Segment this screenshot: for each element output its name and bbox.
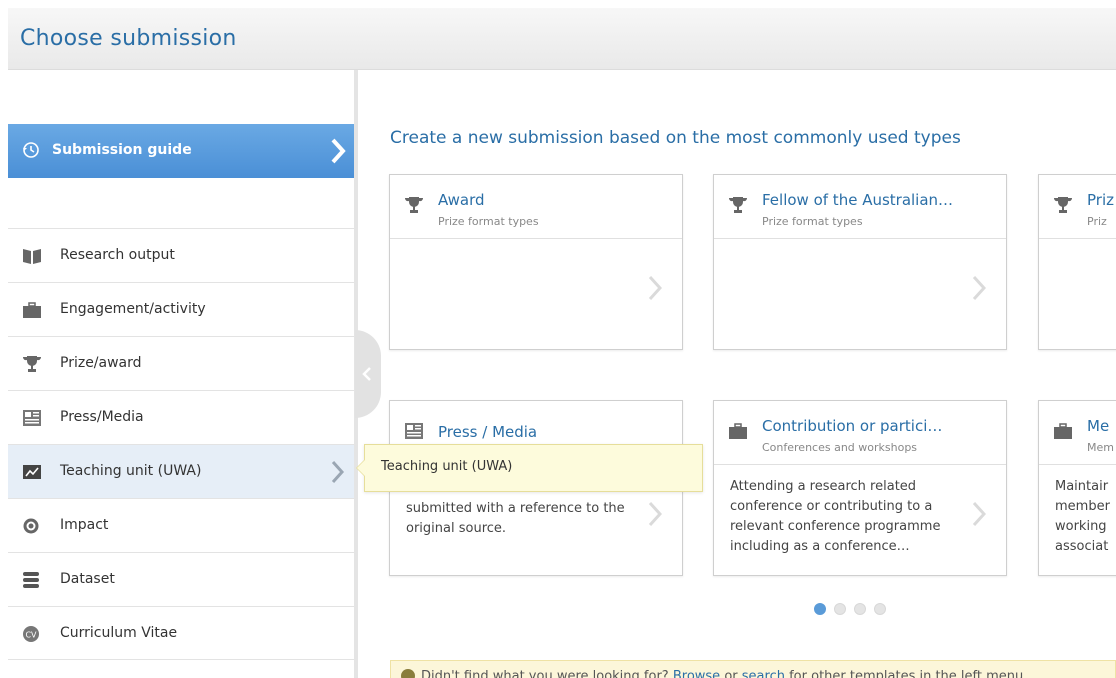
- database-icon: [22, 571, 42, 589]
- chevron-right-icon: [330, 137, 346, 169]
- sidebar-item-impact[interactable]: Impact: [8, 498, 354, 552]
- svg-text:CV: CV: [25, 631, 37, 640]
- pagination-dot-1[interactable]: [814, 603, 826, 615]
- sidebar-item-label: Teaching unit (UWA): [60, 463, 202, 479]
- card-description: Maintair member working associat: [1055, 479, 1110, 554]
- trophy-icon: [1053, 195, 1073, 219]
- card-header: Fellow of the Australian… Prize format t…: [714, 175, 1006, 239]
- sidebar-item-label: Impact: [60, 517, 109, 533]
- sidebar-item-dataset[interactable]: Dataset: [8, 552, 354, 606]
- sidebar-item-label: Dataset: [60, 571, 115, 587]
- browse-link[interactable]: Browse: [673, 669, 720, 678]
- card-header: Contribution or partici… Conferences and…: [714, 401, 1006, 465]
- sidebar-item-teaching-unit[interactable]: Teaching unit (UWA): [8, 444, 354, 498]
- card-header: Award Prize format types: [390, 175, 682, 239]
- template-card-prize[interactable]: Priz Priz: [1038, 174, 1116, 350]
- sidebar-item-label: Curriculum Vitae: [60, 625, 178, 641]
- carousel-pagination: [814, 600, 894, 619]
- card-title: Priz: [1087, 191, 1114, 209]
- page-header: Choose submission: [8, 8, 1116, 70]
- card-subtitle: Prize format types: [438, 215, 539, 228]
- sidebar-item-label: Engagement/activity: [60, 301, 206, 317]
- chevron-right-icon: [972, 275, 987, 305]
- search-link[interactable]: search: [742, 669, 785, 678]
- card-subtitle: Prize format types: [762, 215, 863, 228]
- notice-text: or: [724, 669, 738, 678]
- card-title: Me: [1087, 417, 1110, 435]
- template-card-award[interactable]: Award Prize format types: [389, 174, 683, 350]
- sidebar-item-engagement-activity[interactable]: Engagement/activity: [8, 282, 354, 336]
- template-card-fellow[interactable]: Fellow of the Australian… Prize format t…: [713, 174, 1007, 350]
- newspaper-icon: [404, 421, 424, 445]
- book-icon: [22, 247, 42, 265]
- notice-text: Didn't find what you were looking for?: [421, 669, 669, 678]
- card-description: submitted with a reference to the origin…: [406, 501, 625, 536]
- template-card-contribution[interactable]: Contribution or partici… Conferences and…: [713, 400, 1007, 576]
- sidebar-item-prize-award[interactable]: Prize/award: [8, 336, 354, 390]
- sidebar-item-label: Research output: [60, 247, 175, 263]
- briefcase-icon: [728, 421, 748, 445]
- main-title: Create a new submission based on the mos…: [390, 128, 961, 148]
- info-icon: [401, 669, 415, 678]
- sidebar-item-research-output[interactable]: Research output: [8, 228, 354, 282]
- card-title: Contribution or partici…: [762, 417, 943, 435]
- sidebar-item-curriculum-vitae[interactable]: CV Curriculum Vitae: [8, 606, 354, 660]
- card-subtitle: Conferences and workshops: [762, 441, 918, 454]
- tooltip: Teaching unit (UWA): [356, 444, 703, 492]
- sidebar-item-label: Press/Media: [60, 409, 144, 425]
- template-card-membership[interactable]: Me Mem Maintair member working associat: [1038, 400, 1116, 576]
- sidebar-item-label: Prize/award: [60, 355, 142, 371]
- pagination-dot-4[interactable]: [874, 603, 886, 615]
- cv-icon: CV: [22, 625, 42, 643]
- card-title: Press / Media: [438, 423, 538, 441]
- submission-guide-button[interactable]: Submission guide: [8, 124, 358, 178]
- chevron-right-icon: [331, 460, 345, 488]
- chevron-right-icon: [648, 275, 663, 305]
- tooltip-text: Teaching unit (UWA): [381, 459, 513, 474]
- chart-icon: [22, 463, 42, 481]
- card-subtitle: Priz: [1087, 215, 1107, 228]
- sidebar-item-press-media[interactable]: Press/Media: [8, 390, 354, 444]
- pagination-dot-2[interactable]: [834, 603, 846, 615]
- briefcase-icon: [22, 301, 42, 319]
- card-header: Priz Priz: [1039, 175, 1116, 239]
- chevron-right-icon: [972, 501, 987, 531]
- notice-text: for other templates in the left menu: [789, 669, 1024, 678]
- collapse-sidebar-button[interactable]: [355, 330, 381, 418]
- help-notice: Didn't find what you were looking for? B…: [390, 660, 1116, 678]
- card-title: Award: [438, 191, 485, 209]
- history-icon: [22, 141, 40, 163]
- chevron-left-icon: [362, 367, 371, 381]
- trophy-icon: [22, 355, 42, 373]
- target-icon: [22, 517, 42, 535]
- page-title: Choose submission: [20, 26, 237, 51]
- card-subtitle: Mem: [1087, 441, 1114, 454]
- chevron-right-icon: [648, 501, 663, 531]
- trophy-icon: [404, 195, 424, 219]
- sidebar: Submission guide Research output Engagem…: [8, 70, 358, 678]
- pagination-dot-3[interactable]: [854, 603, 866, 615]
- trophy-icon: [728, 195, 748, 219]
- card-header: Me Mem: [1039, 401, 1116, 465]
- briefcase-icon: [1053, 421, 1073, 445]
- submission-guide-label: Submission guide: [52, 142, 192, 158]
- card-title: Fellow of the Australian…: [762, 191, 954, 209]
- newspaper-icon: [22, 409, 42, 427]
- card-description: Attending a research related conference …: [730, 479, 941, 554]
